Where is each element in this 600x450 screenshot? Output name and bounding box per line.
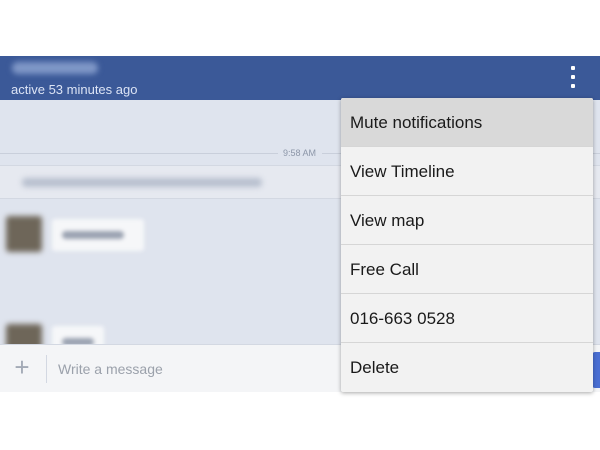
plus-icon[interactable]: + (12, 354, 32, 380)
menu-item-mute-notifications[interactable]: Mute notifications (341, 98, 593, 147)
send-button-edge[interactable] (592, 352, 600, 388)
menu-item-view-timeline[interactable]: View Timeline (341, 147, 593, 196)
active-status: active 53 minutes ago (11, 82, 138, 97)
message-bubble[interactable] (52, 219, 144, 251)
menu-item-delete[interactable]: Delete (341, 343, 593, 391)
menu-item-view-map[interactable]: View map (341, 196, 593, 245)
contact-name-blurred (12, 62, 98, 74)
avatar[interactable] (6, 216, 42, 252)
timestamp-divider-left (0, 153, 278, 154)
menu-item-free-call[interactable]: Free Call (341, 245, 593, 294)
composer-divider (46, 355, 47, 383)
message-timestamp: 9:58 AM (283, 148, 317, 158)
menu-item-phone-number[interactable]: 016-663 0528 (341, 294, 593, 343)
overflow-menu: Mute notifications View Timeline View ma… (341, 98, 593, 392)
conversation-header: active 53 minutes ago (0, 56, 600, 100)
overflow-menu-icon[interactable] (566, 66, 580, 90)
missed-call-text-blurred (22, 178, 262, 187)
message-input[interactable] (58, 356, 328, 382)
